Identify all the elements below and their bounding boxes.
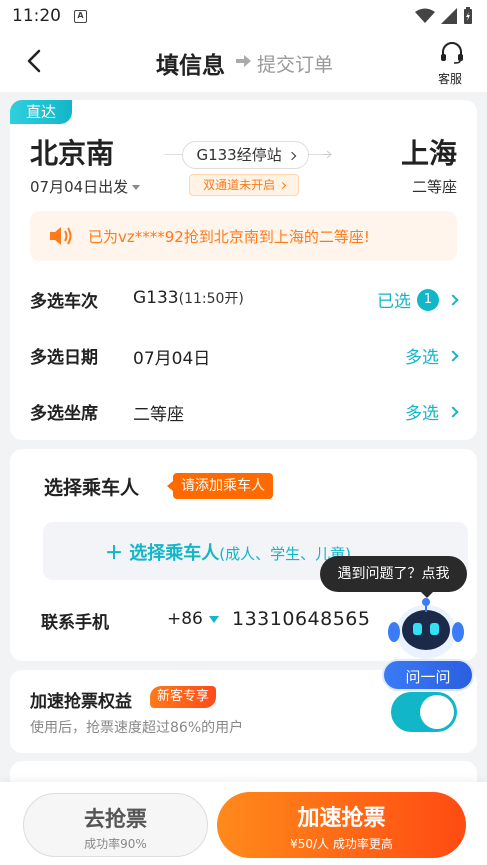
ask-assistant-button[interactable]: 问一问 xyxy=(382,659,474,691)
phone-number-input[interactable]: 13310648565 xyxy=(232,608,370,630)
add-passenger-tag: 请添加乘车人 xyxy=(167,473,273,499)
broadcast-text: 已为vz****92抢到北京南到上海的二等座! xyxy=(88,228,370,246)
caret-down-icon xyxy=(208,615,219,623)
select-passenger-text: ＋ 选择乘车人(成人、学生、儿童) xyxy=(105,539,351,565)
chevron-right-icon xyxy=(287,151,296,160)
wifi-icon xyxy=(415,8,435,23)
option-action[interactable]: 已选 1 xyxy=(377,287,459,312)
option-row-seats[interactable]: 多选坐席 二等座 多选 xyxy=(30,396,459,426)
passenger-title: 选择乘车人 xyxy=(44,477,140,499)
step-arrow-icon xyxy=(236,55,251,67)
trip-card: 直达 北京南 上海 G133经停站 双通道未开启 07月04日出发 二等座 已为… xyxy=(10,100,477,440)
nav-bar: 填信息 提交订单 客服 xyxy=(0,32,487,92)
option-value: G133(11:50开) xyxy=(133,288,244,308)
customer-service-button[interactable]: 客服 xyxy=(437,42,467,87)
train-number: G133 xyxy=(133,288,179,308)
signal-icon xyxy=(441,8,457,24)
train-stops-button[interactable]: G133经停站 xyxy=(182,141,309,169)
chevron-right-icon xyxy=(278,181,286,190)
system-icons xyxy=(415,7,473,25)
option-row-trains[interactable]: 多选车次 G133(11:50开) 已选 1 xyxy=(30,284,459,314)
route-arrow-icon xyxy=(322,150,332,159)
battery-icon xyxy=(464,7,472,24)
new-customer-tag: 新客专享 xyxy=(150,686,217,708)
option-action-label: 已选 xyxy=(377,292,411,312)
chevron-right-icon xyxy=(447,405,459,418)
option-label: 多选日期 xyxy=(30,348,98,368)
headset-icon xyxy=(441,42,463,64)
next-step-label: 提交订单 xyxy=(257,54,334,76)
back-icon[interactable] xyxy=(20,46,50,76)
arrival-station: 上海 xyxy=(400,137,457,170)
plus-icon: ＋ xyxy=(105,543,130,564)
grab-ticket-button[interactable]: 去抢票 成功率90% xyxy=(23,793,208,857)
option-value: 二等座 xyxy=(133,405,184,425)
chevron-right-icon xyxy=(447,293,459,306)
departure-date: 07月04日出发 xyxy=(30,178,129,196)
select-passenger-label: 选择乘车人 xyxy=(129,543,220,564)
option-action[interactable]: 多选 xyxy=(405,399,459,424)
toggle-knob xyxy=(420,695,454,729)
selected-count-badge: 1 xyxy=(417,288,439,311)
robot-assistant-icon[interactable] xyxy=(386,596,466,664)
caret-down-icon xyxy=(132,185,141,190)
assistant-bubble[interactable]: 遇到问题了？点我 xyxy=(320,556,467,598)
bottom-action-bar: 去抢票 成功率90% 加速抢票 ¥50/人 成功率更高 xyxy=(0,782,487,865)
option-value: 07月04日 xyxy=(133,349,211,369)
grab-ticket-label: 去抢票 xyxy=(84,807,147,831)
status-time: 11:20 xyxy=(12,6,61,26)
speed-grab-label: 加速抢票 xyxy=(297,806,386,831)
train-stops-label: G133经停站 xyxy=(196,146,282,164)
broadcast-notice: 已为vz****92抢到北京南到上海的二等座! xyxy=(30,211,457,261)
speedup-toggle[interactable] xyxy=(391,692,457,732)
departure-date-selector[interactable]: 07月04日出发 xyxy=(30,176,141,197)
speedup-title: 加速抢票权益 xyxy=(30,692,132,712)
phone-label: 联系手机 xyxy=(41,613,109,633)
speed-grab-subtext: ¥50/人 成功率更高 xyxy=(290,837,393,851)
direct-tag: 直达 xyxy=(10,100,72,124)
option-row-dates[interactable]: 多选日期 07月04日 多选 xyxy=(30,340,459,370)
option-action[interactable]: 多选 xyxy=(405,343,459,368)
grab-ticket-subtext: 成功率90% xyxy=(84,837,147,851)
option-label: 多选车次 xyxy=(30,292,98,312)
customer-service-label: 客服 xyxy=(437,72,462,86)
sim-icon: A xyxy=(74,10,87,23)
train-time: (11:50开) xyxy=(178,291,244,307)
speaker-icon xyxy=(50,227,72,245)
speed-grab-button[interactable]: 加速抢票 ¥50/人 成功率更高 xyxy=(217,792,466,858)
dual-channel-button[interactable]: 双通道未开启 xyxy=(189,174,299,196)
departure-station: 北京南 xyxy=(30,137,115,170)
chevron-right-icon xyxy=(447,349,459,362)
country-code-selector[interactable]: +86 xyxy=(167,609,219,629)
page-title: 填信息 xyxy=(156,53,225,79)
country-code: +86 xyxy=(167,609,203,629)
option-action-label: 多选 xyxy=(405,348,439,368)
dual-channel-label: 双通道未开启 xyxy=(203,178,276,192)
status-bar: 11:20 A xyxy=(0,0,487,32)
seat-class: 二等座 xyxy=(411,178,457,196)
option-label: 多选坐席 xyxy=(30,404,98,424)
speedup-description: 使用后，抢票速度超过86%的用户 xyxy=(30,720,244,736)
option-action-label: 多选 xyxy=(405,404,439,424)
